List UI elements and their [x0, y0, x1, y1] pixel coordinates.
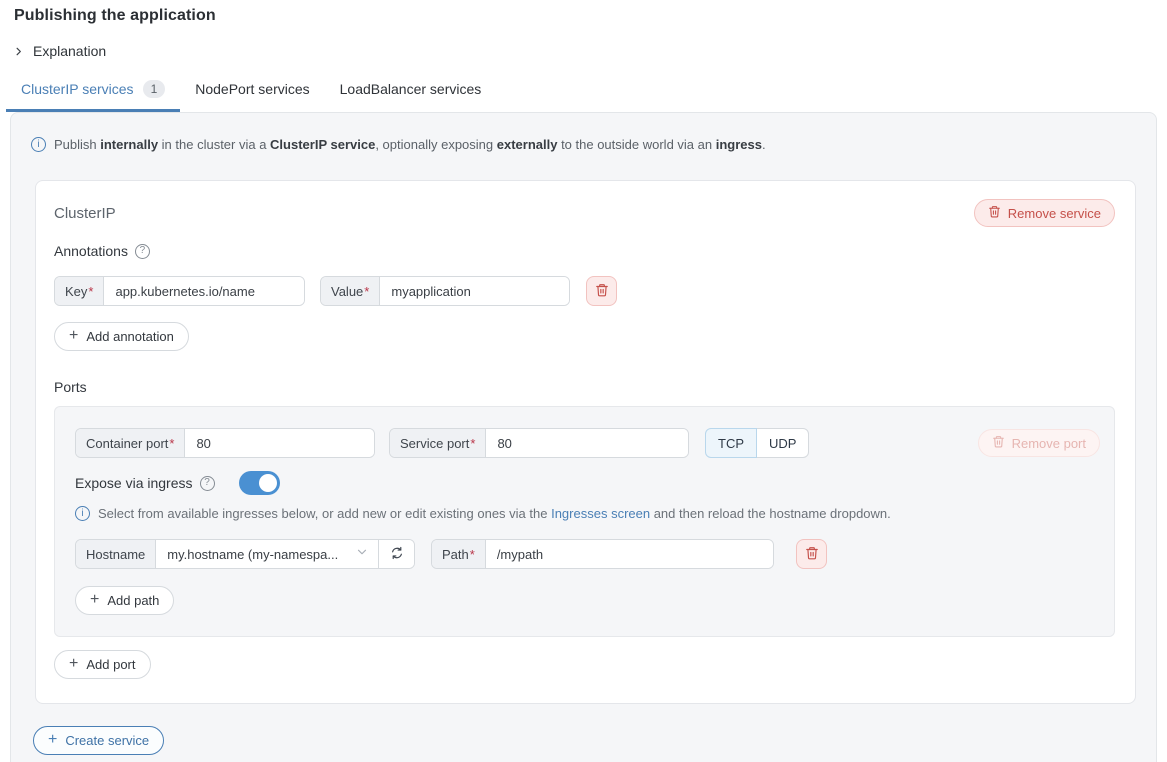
- annotation-row: Key* Value*: [54, 276, 1115, 306]
- info-icon: i: [31, 137, 46, 152]
- add-port-label: Add port: [86, 657, 135, 672]
- tab-nodeport-services[interactable]: NodePort services: [180, 71, 324, 112]
- publish-info-banner: i Publish internally in the cluster via …: [31, 137, 1136, 153]
- publishing-page: Publishing the application Explanation C…: [0, 0, 1167, 762]
- create-service-button[interactable]: + Create service: [33, 726, 164, 755]
- annotation-key-label: Key*: [55, 277, 104, 305]
- remove-service-label: Remove service: [1008, 206, 1101, 221]
- expose-toggle[interactable]: [239, 471, 280, 495]
- explanation-toggle[interactable]: Explanation: [13, 43, 106, 59]
- annotation-value-label: Value*: [321, 277, 380, 305]
- chevron-down-icon: [355, 545, 369, 564]
- tab-label: NodePort services: [195, 81, 309, 97]
- toggle-knob: [259, 474, 277, 492]
- trash-icon: [988, 205, 1001, 221]
- publish-info-text: Publish internally in the cluster via a …: [54, 137, 766, 153]
- explanation-label: Explanation: [33, 43, 106, 59]
- annotation-key-group: Key*: [54, 276, 305, 306]
- chevron-right-icon: [13, 46, 24, 57]
- remove-port-button[interactable]: Remove port: [978, 429, 1100, 457]
- expose-label: Expose via ingress: [75, 475, 193, 491]
- expose-via-ingress-row: Expose via ingress ?: [75, 471, 1100, 495]
- add-path-button[interactable]: + Add path: [75, 586, 174, 615]
- ingress-info-banner: i Select from available ingresses below,…: [75, 506, 1100, 522]
- hostname-label: Hostname: [76, 540, 156, 568]
- service-type-tabs: ClusterIP services 1 NodePort services L…: [6, 71, 1167, 112]
- add-path-label: Add path: [107, 593, 159, 608]
- service-card-title: ClusterIP: [54, 205, 116, 222]
- hostname-group: Hostname my.hostname (my-namespa...: [75, 539, 415, 569]
- container-port-input[interactable]: [185, 429, 374, 457]
- plus-icon: +: [90, 592, 99, 608]
- remove-service-button[interactable]: Remove service: [974, 199, 1115, 227]
- service-port-label: Service port*: [390, 429, 486, 457]
- protocol-toggle-group: TCP UDP: [705, 428, 809, 458]
- plus-icon: +: [69, 656, 78, 672]
- service-port-input[interactable]: [486, 429, 688, 457]
- path-input[interactable]: [486, 540, 773, 568]
- refresh-icon: [390, 546, 404, 563]
- add-port-button[interactable]: + Add port: [54, 650, 151, 679]
- reload-hostnames-button[interactable]: [378, 540, 414, 568]
- annotation-key-input[interactable]: [104, 277, 304, 305]
- path-group: Path*: [431, 539, 774, 569]
- plus-icon: +: [69, 328, 78, 344]
- protocol-udp-button[interactable]: UDP: [756, 428, 809, 458]
- add-annotation-label: Add annotation: [86, 329, 173, 344]
- page-title: Publishing the application: [14, 7, 1167, 25]
- path-label: Path*: [432, 540, 486, 568]
- annotation-value-group: Value*: [320, 276, 570, 306]
- tab-loadbalancer-services[interactable]: LoadBalancer services: [325, 71, 497, 112]
- port-panel: Container port* Service port* TCP UDP: [54, 406, 1115, 637]
- tab-label: ClusterIP services: [21, 81, 134, 97]
- help-icon[interactable]: ?: [200, 476, 215, 491]
- create-service-label: Create service: [65, 733, 149, 748]
- plus-icon: +: [48, 732, 57, 748]
- container-port-group: Container port*: [75, 428, 375, 458]
- port-row: Container port* Service port* TCP UDP: [75, 428, 1100, 458]
- service-card-header: ClusterIP Remove service: [54, 199, 1115, 227]
- annotation-value-input[interactable]: [380, 277, 569, 305]
- ingresses-screen-link[interactable]: Ingresses screen: [551, 506, 650, 521]
- info-icon: i: [75, 506, 90, 521]
- help-icon[interactable]: ?: [135, 244, 150, 259]
- ports-section-label: Ports: [54, 379, 1115, 395]
- path-row: Hostname my.hostname (my-namespa...: [75, 539, 1100, 569]
- trash-icon: [595, 283, 609, 300]
- remove-path-button[interactable]: [796, 539, 827, 569]
- clusterip-service-card: ClusterIP Remove service Annotations ? K…: [35, 180, 1136, 704]
- remove-annotation-button[interactable]: [586, 276, 617, 306]
- tab-label: LoadBalancer services: [340, 81, 482, 97]
- remove-port-label: Remove port: [1012, 436, 1086, 451]
- clusterip-tab-panel: i Publish internally in the cluster via …: [10, 112, 1157, 762]
- hostname-selected-value: my.hostname (my-namespa...: [167, 547, 338, 562]
- annotations-section-label: Annotations ?: [54, 243, 1115, 259]
- trash-icon: [805, 546, 819, 563]
- ingress-info-text: Select from available ingresses below, o…: [98, 506, 891, 522]
- hostname-select[interactable]: my.hostname (my-namespa...: [156, 540, 378, 568]
- container-port-label: Container port*: [76, 429, 185, 457]
- trash-icon: [992, 435, 1005, 451]
- add-annotation-button[interactable]: + Add annotation: [54, 322, 189, 351]
- protocol-tcp-button[interactable]: TCP: [705, 428, 757, 458]
- service-port-group: Service port*: [389, 428, 689, 458]
- tab-clusterip-services[interactable]: ClusterIP services 1: [6, 71, 180, 112]
- clusterip-count-badge: 1: [143, 80, 166, 98]
